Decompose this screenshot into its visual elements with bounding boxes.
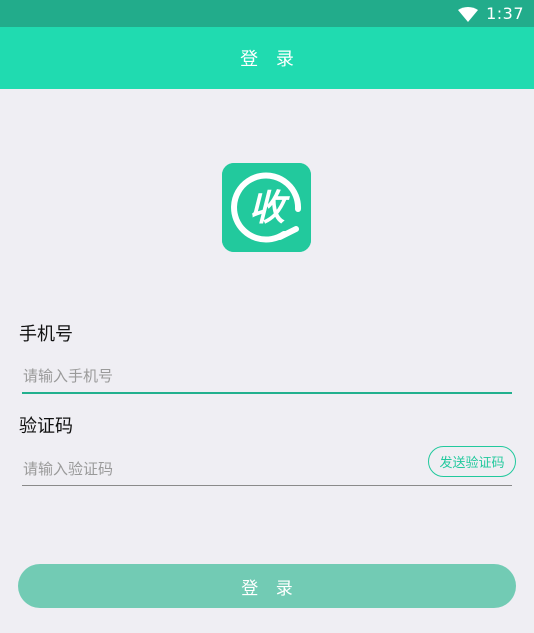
logo-character: 收 — [249, 188, 290, 229]
send-code-button[interactable]: 发送验证码 — [428, 446, 516, 477]
status-clock: 1:37 — [486, 4, 524, 23]
code-label: 验证码 — [19, 416, 73, 437]
phone-input[interactable] — [22, 358, 512, 392]
login-button[interactable]: 登 录 — [18, 564, 516, 608]
status-icons: 1:37 — [458, 3, 524, 25]
wifi-icon — [458, 6, 479, 22]
status-bar: 1:37 — [0, 0, 534, 27]
code-input[interactable] — [22, 450, 422, 485]
shou-logo-icon: 收 — [222, 163, 311, 252]
page-title: 登 录 — [240, 49, 300, 70]
phone-field-wrapper — [22, 358, 512, 394]
app-bar: 登 录 — [0, 27, 534, 89]
phone-label: 手机号 — [19, 324, 73, 345]
